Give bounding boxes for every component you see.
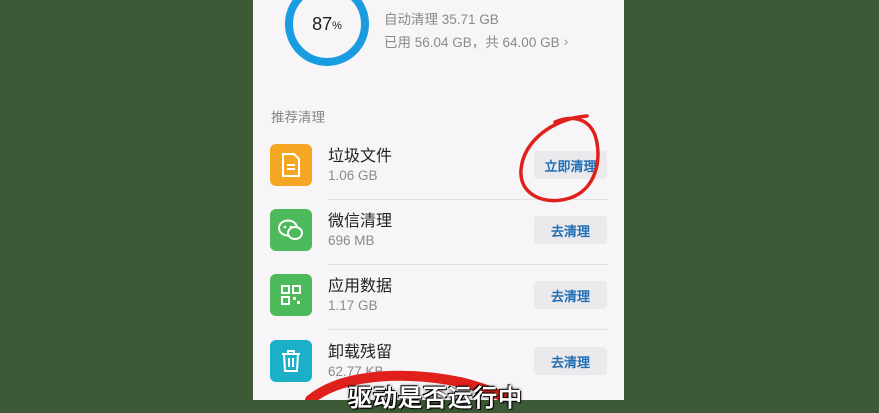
item-title: 垃圾文件 xyxy=(328,148,393,165)
storage-usage-text: 已用 56.04 GB，共 64.00 GB xyxy=(384,35,560,50)
auto-clean-text: 自动清理 35.71 GB xyxy=(384,12,499,27)
item-size: 1.06 GB xyxy=(328,168,378,183)
item-size: 696 MB xyxy=(328,233,375,248)
go-clean-button[interactable]: 去清理 xyxy=(534,216,607,244)
item-title: 应用数据 xyxy=(328,278,393,295)
apps-grid-icon xyxy=(270,274,312,316)
video-subtitle: 驱动是否运行中 xyxy=(348,385,523,412)
section-title: 推荐清理 xyxy=(271,110,325,125)
file-icon xyxy=(270,144,312,186)
list-item-app-data[interactable]: 应用数据 1.17 GB 去清理 xyxy=(253,264,624,330)
item-title: 微信清理 xyxy=(328,213,393,230)
storage-percent-value: 87 xyxy=(312,13,333,34)
item-size: 1.17 GB xyxy=(328,298,378,313)
red-circle-annotation xyxy=(519,114,600,203)
storage-usage-link[interactable]: 已用 56.04 GB，共 64.00 GB › xyxy=(384,31,568,51)
go-clean-button[interactable]: 去清理 xyxy=(534,347,607,375)
wechat-icon xyxy=(270,209,312,251)
storage-percent: 87% xyxy=(285,0,369,66)
item-title: 卸载残留 xyxy=(328,344,393,361)
go-clean-button[interactable]: 去清理 xyxy=(534,281,607,309)
chevron-right-icon: › xyxy=(563,33,569,49)
storage-percent-sign: % xyxy=(332,19,342,32)
